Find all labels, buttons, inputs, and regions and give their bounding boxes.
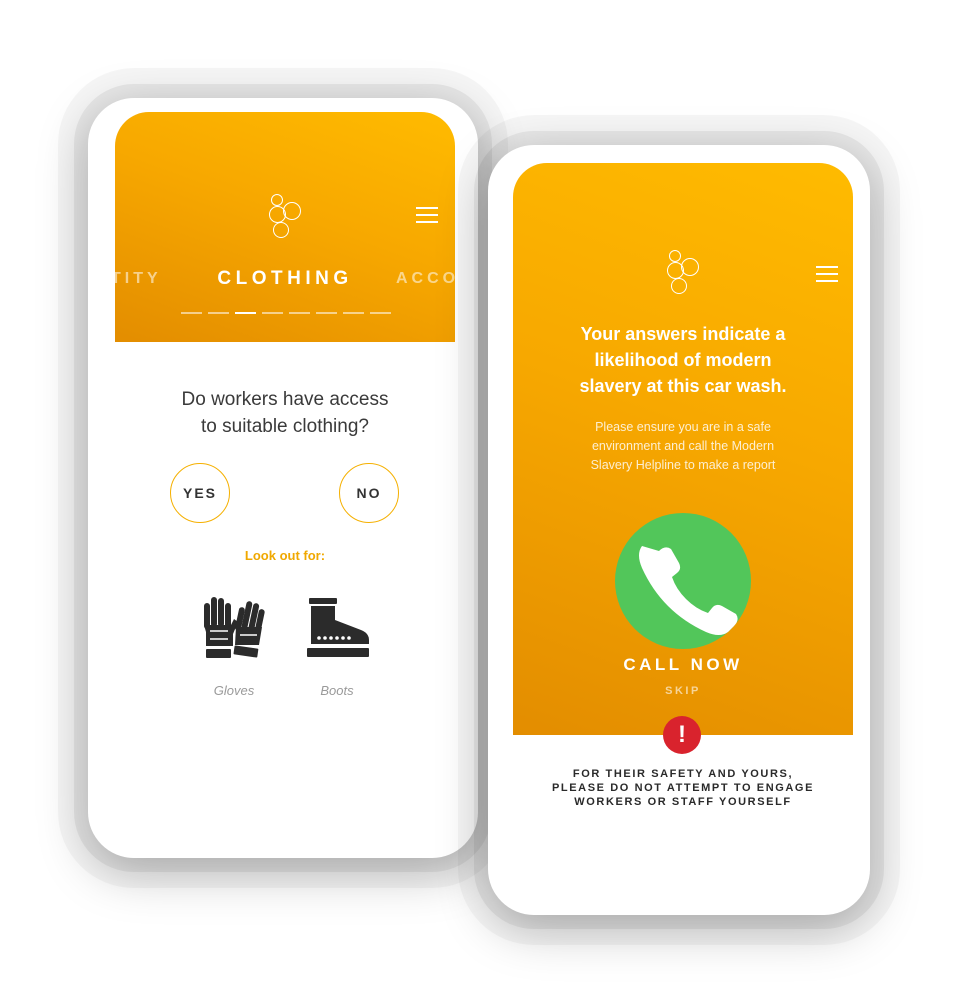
question-text: Do workers have access to suitable cloth… [115, 386, 455, 440]
gloves-label: Gloves [213, 683, 255, 698]
clothing-question-screen: TITY CLOTHING ACCO Do workers have acces… [115, 112, 455, 844]
hamburger-menu-icon[interactable] [416, 207, 438, 225]
instructions-line-3: Slavery Helpline to make a report [590, 458, 776, 472]
lookout-label: Look out for: [244, 548, 326, 563]
warning-line-2: PLEASE DO NOT ATTEMPT TO ENGAGE [551, 782, 815, 794]
alert-icon: ! [663, 716, 701, 754]
call-now-label[interactable]: CALL NOW [513, 655, 853, 675]
warning-line-3: WORKERS OR STAFF YOURSELF [574, 796, 792, 808]
skip-link[interactable]: SKIP [513, 685, 853, 697]
result-panel: Your answers indicate a likelihood of mo… [513, 163, 853, 735]
progress-step [181, 312, 202, 314]
safety-warning: FOR THEIR SAFETY AND YOURS, PLEASE DO NO… [528, 767, 838, 809]
question-line-1: Do workers have access [181, 389, 389, 410]
result-instructions: Please ensure you are in a safe environm… [553, 418, 813, 475]
call-button[interactable] [615, 513, 751, 649]
progress-step [289, 312, 310, 314]
phone-left: TITY CLOTHING ACCO Do workers have acces… [88, 98, 478, 858]
instructions-line-2: environment and call the Modern [591, 439, 775, 453]
phone-handset-icon [639, 546, 738, 635]
headline-line-1: Your answers indicate a [580, 324, 786, 344]
progress-step [370, 312, 391, 314]
result-screen: Your answers indicate a likelihood of mo… [513, 163, 853, 897]
result-headline: Your answers indicate a likelihood of mo… [533, 321, 833, 399]
logo-bubbles-icon [666, 250, 700, 298]
boots-icon [307, 598, 369, 657]
gloves-icon [204, 597, 265, 658]
progress-step [262, 312, 283, 314]
tab-next-category[interactable]: ACCO [396, 270, 455, 288]
no-button[interactable]: NO [339, 463, 399, 523]
logo-bubbles-icon [268, 194, 302, 242]
headline-line-2: likelihood of modern [594, 350, 772, 370]
instructions-line-1: Please ensure you are in a safe [595, 420, 771, 434]
category-header: TITY CLOTHING ACCO [115, 112, 455, 342]
progress-step [316, 312, 337, 314]
hamburger-menu-icon[interactable] [816, 266, 838, 284]
boots-label: Boots [320, 683, 354, 698]
progress-step [343, 312, 364, 314]
question-line-2: to suitable clothing? [201, 416, 369, 437]
yes-button[interactable]: YES [170, 463, 230, 523]
progress-step [208, 312, 229, 314]
headline-line-3: slavery at this car wash. [579, 376, 787, 396]
progress-indicator [181, 312, 391, 314]
warning-line-1: FOR THEIR SAFETY AND YOURS, [572, 768, 794, 780]
progress-step [235, 312, 256, 314]
phone-right: Your answers indicate a likelihood of mo… [488, 145, 870, 915]
